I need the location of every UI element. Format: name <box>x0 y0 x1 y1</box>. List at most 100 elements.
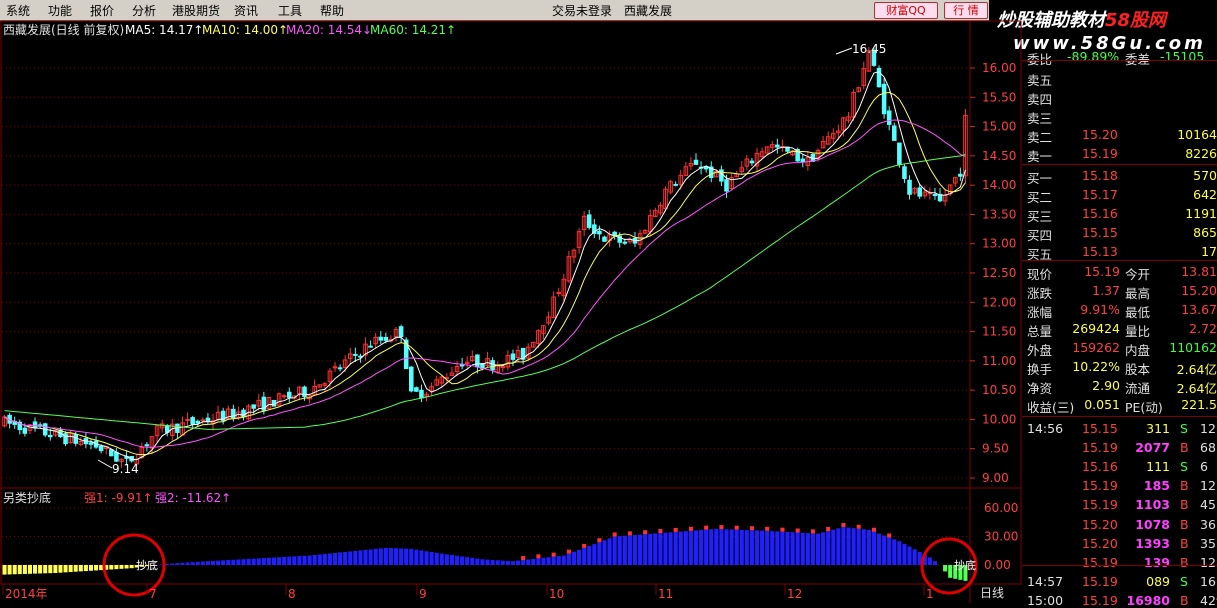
ma5-value: MA5: 14.17↑ <box>125 23 203 37</box>
candle-down <box>419 389 424 399</box>
price-axis-label: 11.50 <box>982 325 1016 339</box>
tick-count: 16 <box>1200 573 1216 589</box>
tick-volume: 311 <box>1146 421 1170 436</box>
menu-help[interactable]: 帮助 <box>320 2 344 19</box>
stat-value: 2.90 <box>1092 378 1120 393</box>
stat-label: 外盘 <box>1027 343 1053 358</box>
candle-down <box>673 183 678 186</box>
buy-level-volume: 570 <box>1193 168 1217 183</box>
candle-down <box>775 144 780 148</box>
time-axis-label: 8 <box>288 587 296 601</box>
tick-price: 15.20 <box>1082 535 1118 551</box>
candle-down <box>958 173 963 177</box>
ma5-line <box>4 71 966 461</box>
wealth-qq-button[interactable]: 财富QQ <box>874 2 938 19</box>
indicator-axis-label: 30.00 <box>984 530 1018 544</box>
candle-down <box>719 169 724 182</box>
quote-separator <box>1022 60 1217 61</box>
buy-level-label: 买三 <box>1027 209 1053 224</box>
tick-volume: 089 <box>1146 573 1170 589</box>
tick-volume: 1393 <box>1135 535 1170 551</box>
ma10-value: MA10: 14.00↑ <box>202 23 288 37</box>
tick-side: B <box>1180 516 1189 532</box>
candle-down <box>368 345 373 348</box>
menu-tools[interactable]: 工具 <box>278 2 302 19</box>
tick-count: 12 <box>1200 478 1216 494</box>
tick-volume: 16980 <box>1126 592 1171 608</box>
high-price-label: 16.45 <box>852 42 886 56</box>
buy-level-volume: 865 <box>1193 225 1217 240</box>
period-label: 日线 <box>980 586 1004 600</box>
sell-level-price: 15.19 <box>1082 146 1118 161</box>
candle-down <box>73 433 79 444</box>
stat-value: 15.19 <box>1084 264 1120 279</box>
stat-label: 今开 <box>1125 267 1151 282</box>
price-axis-label: 11.00 <box>982 354 1016 368</box>
stat-value: 13.81 <box>1181 264 1217 279</box>
tick-side: B <box>1180 497 1189 513</box>
tick-side: B <box>1180 554 1189 570</box>
tick-volume: 185 <box>1143 478 1170 494</box>
candle-down <box>886 110 892 125</box>
stat-label: 流通 <box>1125 381 1151 396</box>
stat-value: 2.72 <box>1189 321 1217 336</box>
stat-label: 涨跌 <box>1027 286 1053 301</box>
quote-separator <box>1022 565 1217 566</box>
signal-label-left: 抄底 <box>136 558 158 572</box>
candle-down <box>622 241 628 244</box>
price-axis-label: 15.50 <box>982 90 1016 104</box>
tick-price: 15.19 <box>1082 440 1118 456</box>
candle-down <box>383 336 389 341</box>
candle-down <box>114 451 119 462</box>
candle-down <box>98 446 104 452</box>
indicator-axis-label: 60.00 <box>984 501 1018 515</box>
stat-value: 159262 <box>1072 340 1120 355</box>
weicha-value: -15105 <box>1160 49 1205 64</box>
quote-separator <box>1022 164 1217 165</box>
tick-count: 12 <box>1200 421 1216 436</box>
indicator-value-1: 强1: -9.91↑ <box>84 491 153 505</box>
time-axis-label: 2014年 <box>5 587 48 601</box>
candle-down <box>475 354 480 368</box>
ma20-line <box>4 119 966 448</box>
menu-info[interactable]: 资讯 <box>234 2 258 19</box>
buy-level-volume: 642 <box>1193 187 1217 202</box>
candle-down <box>749 160 755 164</box>
tick-time: 14:57 <box>1027 573 1064 589</box>
ma60-value: MA60: 14.21↑ <box>370 23 456 37</box>
menu-function[interactable]: 功能 <box>48 2 72 19</box>
candle-down <box>286 391 292 398</box>
buy-level-price: 15.13 <box>1082 244 1118 259</box>
price-axis-label: 10.00 <box>982 412 1016 426</box>
menu-analysis[interactable]: 分析 <box>132 2 156 19</box>
kline-chart[interactable]: 16.00 15.50 15.00 14.50 14.00 13.50 13.00 12.50… <box>0 20 1022 603</box>
price-axis-label: 14.50 <box>982 149 1016 163</box>
indicator-axis-label: 0.00 <box>984 558 1011 572</box>
tick-count: 68 <box>1200 440 1216 456</box>
tick-price: 15.15 <box>1082 421 1118 436</box>
menu-quote[interactable]: 报价 <box>90 2 114 19</box>
candle-down <box>490 360 495 371</box>
menu-system[interactable]: 系统 <box>6 2 30 19</box>
candle-down <box>907 179 912 195</box>
menu-hk-futures[interactable]: 港股期货 <box>172 2 220 19</box>
tick-price: 15.19 <box>1082 554 1118 570</box>
window-stock-name: 西藏发展 <box>624 4 673 18</box>
tick-side: B <box>1180 592 1189 608</box>
stat-value: 13.67 <box>1181 302 1217 317</box>
price-axis-label: 15.00 <box>982 120 1016 134</box>
buy-level-price: 15.15 <box>1082 225 1118 240</box>
stat-label: 最高 <box>1125 286 1151 301</box>
candle-down <box>378 336 384 341</box>
candle-down <box>22 427 28 434</box>
candle-up <box>200 419 206 422</box>
candle-down <box>48 434 53 438</box>
high-marker-line <box>835 47 853 55</box>
stat-value: 221.5 <box>1181 397 1217 412</box>
tick-side: B <box>1180 535 1189 551</box>
time-axis-label: 12 <box>787 587 802 601</box>
tick-count: 429 <box>1200 592 1217 608</box>
market-button[interactable]: 行 情 <box>944 2 988 19</box>
candle-down <box>337 367 343 370</box>
watermark-line1: 炒股辅助教材58股网 <box>997 10 1167 31</box>
